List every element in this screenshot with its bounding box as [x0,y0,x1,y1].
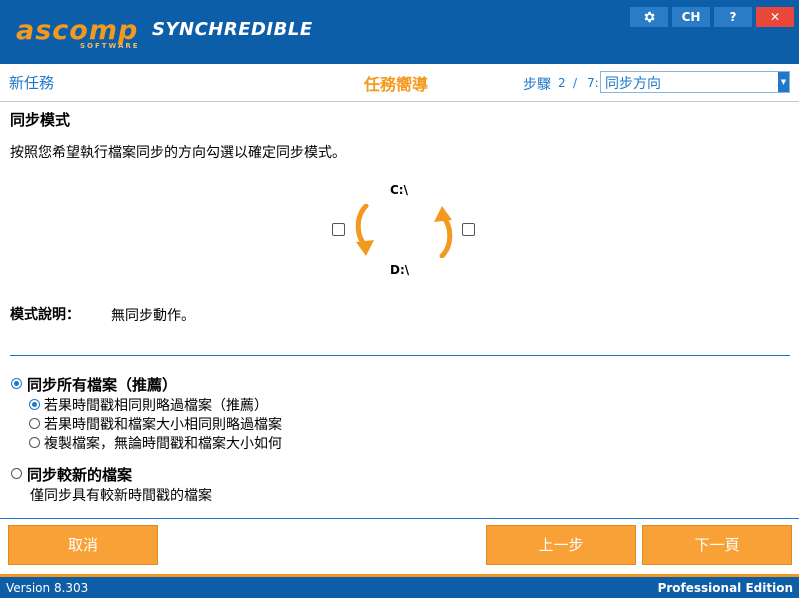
copy-always-radio[interactable] [29,437,40,448]
sync-all-radio[interactable] [11,378,22,389]
wizard-title: 任務嚮導 [364,75,429,94]
back-button[interactable]: 上一步 [486,525,636,565]
step-dropdown-value: 同步方向 [605,76,661,92]
step-current: 2 [558,76,566,90]
chevron-down-icon[interactable]: ▼ [778,72,789,92]
instruction-text: 按照您希望執行檔案同步的方向勾選以確定同步模式。 [10,145,346,161]
mode-description-value: 無同步動作。 [111,308,195,324]
footer-divider [0,518,799,519]
settings-button[interactable] [630,7,668,27]
sync-newer-label[interactable]: 同步較新的檔案 [27,464,132,485]
drive-top-label: C:\ [390,183,408,197]
sync-down-checkbox[interactable] [332,223,345,236]
section-title: 同步模式 [10,111,71,129]
gear-icon [644,11,655,23]
next-button[interactable]: 下一頁 [642,525,792,565]
cancel-button[interactable]: 取消 [8,525,158,565]
skip-same-time-radio[interactable] [29,399,40,410]
help-button[interactable]: ? [714,7,752,27]
skip-same-time-label[interactable]: 若果時間戳相同則略過檔案（推薦） [44,395,268,415]
skip-same-time-size-radio[interactable] [29,418,40,429]
version-text: Version 8.303 [6,581,89,595]
mode-description-label: 模式說明： [10,307,80,323]
edition-text: Professional Edition [657,581,793,595]
sync-up-checkbox[interactable] [462,223,475,236]
language-button[interactable]: CH [672,7,710,27]
section-divider [10,355,790,356]
step-dropdown[interactable]: 同步方向 ▼ [600,71,790,93]
logo-subtext: SOFTWARE [80,42,140,50]
title-bar: ascomp SOFTWARE SYNCHREDIBLE CH ? ✕ [0,0,799,64]
drive-bottom-label: D:\ [390,263,410,277]
new-task-link[interactable]: 新任務 [9,72,54,93]
status-bar: Version 8.303 Professional Edition [0,574,799,598]
arrow-down-icon [355,204,374,256]
close-button[interactable]: ✕ [756,7,794,27]
app-name: SYNCHREDIBLE [152,19,313,40]
copy-always-label[interactable]: 複製檔案，無論時間戳和檔案大小如何 [44,433,282,453]
step-separator: / [573,76,578,90]
sync-newer-radio[interactable] [11,468,22,479]
skip-same-time-size-label[interactable]: 若果時間戳和檔案大小相同則略過檔案 [44,414,282,434]
sync-newer-description: 僅同步具有較新時間戳的檔案 [30,488,212,504]
arrow-up-icon [434,206,453,258]
step-label: 步驟 [523,77,551,93]
step-total: 7: [587,76,599,90]
sync-all-label[interactable]: 同步所有檔案（推薦） [27,374,177,395]
